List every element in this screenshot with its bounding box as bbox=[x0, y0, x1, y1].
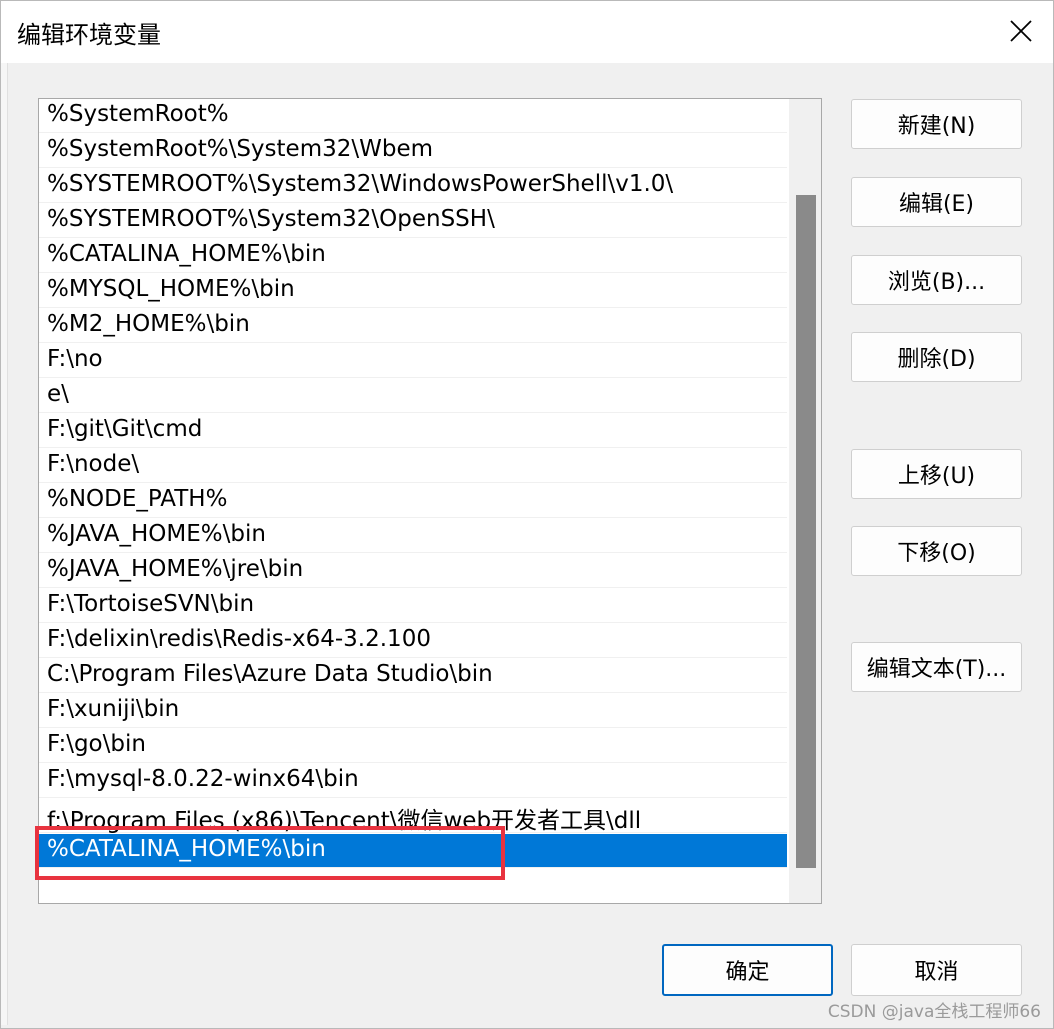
browse-button[interactable]: 浏览(B)... bbox=[851, 255, 1022, 305]
list-item[interactable]: e\ bbox=[39, 379, 787, 413]
vertical-scrollbar[interactable] bbox=[789, 99, 821, 903]
list-item[interactable]: F:\delixin\redis\Redis-x64-3.2.100 bbox=[39, 624, 787, 658]
list-item[interactable]: f:\Program Files (x86)\Tencent\微信web开发者工… bbox=[39, 799, 787, 834]
list-item[interactable]: %SystemRoot% bbox=[39, 99, 787, 133]
edit-env-variable-dialog: 编辑环境变量 %SystemRoot% %SystemRoot%\System3… bbox=[0, 0, 1054, 1029]
list-item[interactable]: F:\no bbox=[39, 344, 787, 378]
list-item[interactable]: %M2_HOME%\bin bbox=[39, 309, 787, 343]
new-button[interactable]: 新建(N) bbox=[851, 99, 1022, 149]
edit-text-button[interactable]: 编辑文本(T)... bbox=[851, 642, 1022, 692]
list-item-selected[interactable]: %CATALINA_HOME%\bin bbox=[39, 834, 787, 868]
ok-button[interactable]: 确定 bbox=[662, 944, 833, 996]
list-item[interactable]: %JAVA_HOME%\bin bbox=[39, 519, 787, 553]
list-item[interactable]: %CATALINA_HOME%\bin bbox=[39, 239, 787, 273]
move-up-button[interactable]: 上移(U) bbox=[851, 449, 1022, 499]
delete-button[interactable]: 删除(D) bbox=[851, 332, 1022, 382]
scrollbar-thumb[interactable] bbox=[796, 195, 816, 868]
list-item[interactable]: %MYSQL_HOME%\bin bbox=[39, 274, 787, 308]
edit-button[interactable]: 编辑(E) bbox=[851, 177, 1022, 227]
watermark-text: CSDN @java全栈工程师66 bbox=[827, 1002, 1041, 1022]
list-item[interactable]: F:\TortoiseSVN\bin bbox=[39, 589, 787, 623]
list-item[interactable]: F:\mysql-8.0.22-winx64\bin bbox=[39, 764, 787, 798]
list-item[interactable]: %SystemRoot%\System32\Wbem bbox=[39, 134, 787, 168]
list-item[interactable]: %SYSTEMROOT%\System32\OpenSSH\ bbox=[39, 204, 787, 238]
close-button[interactable] bbox=[989, 1, 1053, 61]
cancel-button[interactable]: 取消 bbox=[851, 944, 1022, 996]
list-item[interactable]: F:\git\Git\cmd bbox=[39, 414, 787, 448]
list-item[interactable]: F:\xuniji\bin bbox=[39, 694, 787, 728]
close-icon bbox=[1010, 20, 1032, 42]
move-down-button[interactable]: 下移(O) bbox=[851, 526, 1022, 576]
list-item[interactable]: F:\node\ bbox=[39, 449, 787, 483]
background-window-edge bbox=[1, 63, 8, 1025]
path-list[interactable]: %SystemRoot% %SystemRoot%\System32\Wbem … bbox=[38, 98, 822, 904]
list-item[interactable]: %SYSTEMROOT%\System32\WindowsPowerShell\… bbox=[39, 169, 787, 203]
title-bar: 编辑环境变量 bbox=[1, 1, 1053, 63]
list-item[interactable]: F:\go\bin bbox=[39, 729, 787, 763]
list-item[interactable]: C:\Program Files\Azure Data Studio\bin bbox=[39, 659, 787, 693]
list-item[interactable]: %JAVA_HOME%\jre\bin bbox=[39, 554, 787, 588]
list-item[interactable]: %NODE_PATH% bbox=[39, 484, 787, 518]
window-title: 编辑环境变量 bbox=[17, 21, 161, 49]
